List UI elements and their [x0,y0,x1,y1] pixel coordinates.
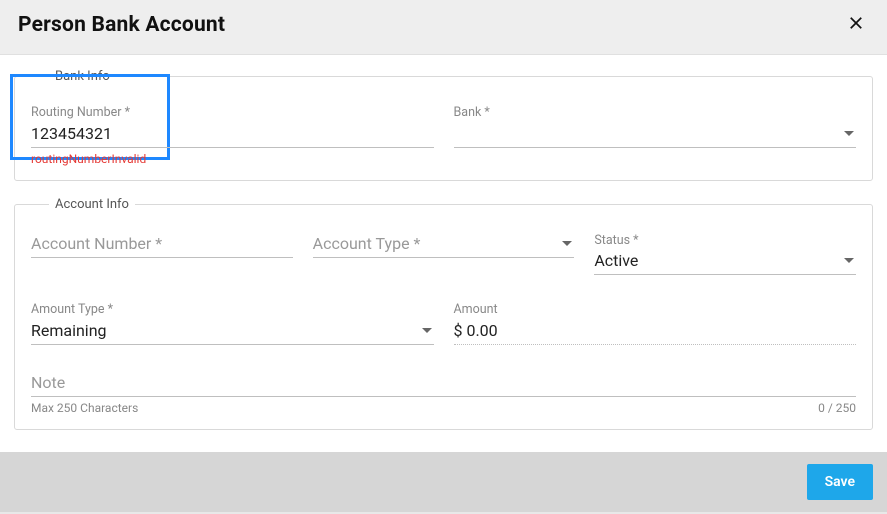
save-button[interactable]: Save [807,464,873,500]
note-counter: 0 / 250 [818,401,856,415]
account-type-select[interactable]: Account Type * [313,232,575,258]
chevron-down-icon [422,328,432,333]
account-type-field: Account Type * [313,230,575,276]
close-button[interactable] [843,10,869,40]
amount-input[interactable]: $ 0.00 [454,319,857,345]
note-meta: Max 250 Characters 0 / 250 [31,401,856,415]
status-value: Active [594,251,638,270]
account-number-field: Account Number * [31,230,293,276]
chevron-down-icon [844,131,854,136]
note-field: Note Max 250 Characters 0 / 250 [31,369,856,415]
routing-number-input[interactable] [31,122,434,148]
bank-info-legend: Bank Info [49,69,116,84]
note-hint: Max 250 Characters [31,401,138,415]
bank-label: Bank * [454,104,857,122]
bank-select[interactable] [454,122,857,148]
bank-field: Bank * [454,102,857,166]
close-icon [847,14,865,32]
chevron-down-icon [844,258,854,263]
amount-label: Amount [454,301,857,319]
amount-type-select[interactable]: Remaining [31,319,434,345]
account-info-legend: Account Info [49,197,135,212]
account-type-placeholder: Account Type * [313,234,421,253]
bank-info-section: Bank Info Routing Number * routingNumber… [14,69,873,181]
routing-number-field: Routing Number * routingNumberInvalid [31,102,434,166]
account-info-section: Account Info Account Number * Account Ty… [14,197,873,430]
bank-value [454,124,458,143]
amount-type-field: Amount Type * Remaining [31,299,434,345]
amount-type-value: Remaining [31,321,107,340]
note-input[interactable]: Note [31,371,856,397]
dialog-body: Bank Info Routing Number * routingNumber… [0,55,887,452]
amount-type-label: Amount Type * [31,301,434,319]
routing-number-error: routingNumberInvalid [31,152,434,166]
amount-field: Amount $ 0.00 [454,299,857,345]
status-field: Status * Active [594,230,856,276]
status-select[interactable]: Active [594,249,856,275]
account-number-input[interactable]: Account Number * [31,232,293,258]
status-label: Status * [594,232,856,250]
dialog-footer: Save [0,452,887,512]
dialog-header: Person Bank Account [0,0,887,55]
chevron-down-icon [562,241,572,246]
routing-number-label: Routing Number * [31,104,434,122]
dialog-title: Person Bank Account [18,13,225,37]
person-bank-account-dialog: Person Bank Account Bank Info Routing Nu… [0,0,887,512]
